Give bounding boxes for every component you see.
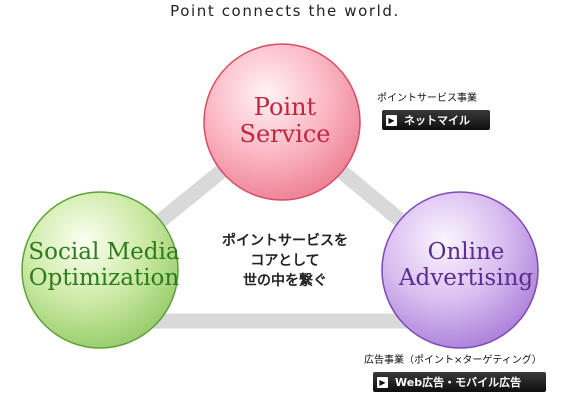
web-mobile-ad-button-label: Web広告・モバイル広告 (395, 376, 522, 389)
point-service-label-line2: Service (239, 119, 331, 148)
center-message-line1: ポイントサービスを (222, 233, 348, 249)
diagram-graphic (21, 43, 539, 349)
social-media-label-line1: Social Media (28, 239, 180, 265)
online-advertising-label-line2: Advertising (398, 264, 534, 291)
point-business-caption: ポイントサービス事業 (377, 93, 477, 104)
center-message-line2: コアとして (250, 253, 320, 269)
netmile-button[interactable]: ▶ ネットマイル (382, 110, 490, 130)
online-advertising-label: Online Advertising (386, 239, 546, 292)
arrow-right-icon: ▶ (386, 114, 397, 126)
center-message-line3: 世の中を繋ぐ (243, 273, 327, 289)
social-media-label-line2: Optimization (28, 264, 180, 291)
online-advertising-label-line1: Online (427, 239, 505, 265)
point-service-label: Point Service (210, 94, 360, 148)
arrow-right-icon: ▶ (377, 376, 388, 388)
page: Point connects the world. Point Service … (0, 0, 570, 400)
ad-business-caption: 広告事業（ポイント×ターゲティング） (364, 355, 542, 366)
web-mobile-ad-button[interactable]: ▶ Web広告・モバイル広告 (373, 372, 546, 392)
point-service-label-line1: Point (253, 93, 317, 121)
social-media-label: Social Media Optimization (14, 239, 194, 292)
center-message: ポイントサービスを コアとして 世の中を繋ぐ (195, 231, 375, 291)
netmile-button-label: ネットマイル (404, 114, 470, 127)
